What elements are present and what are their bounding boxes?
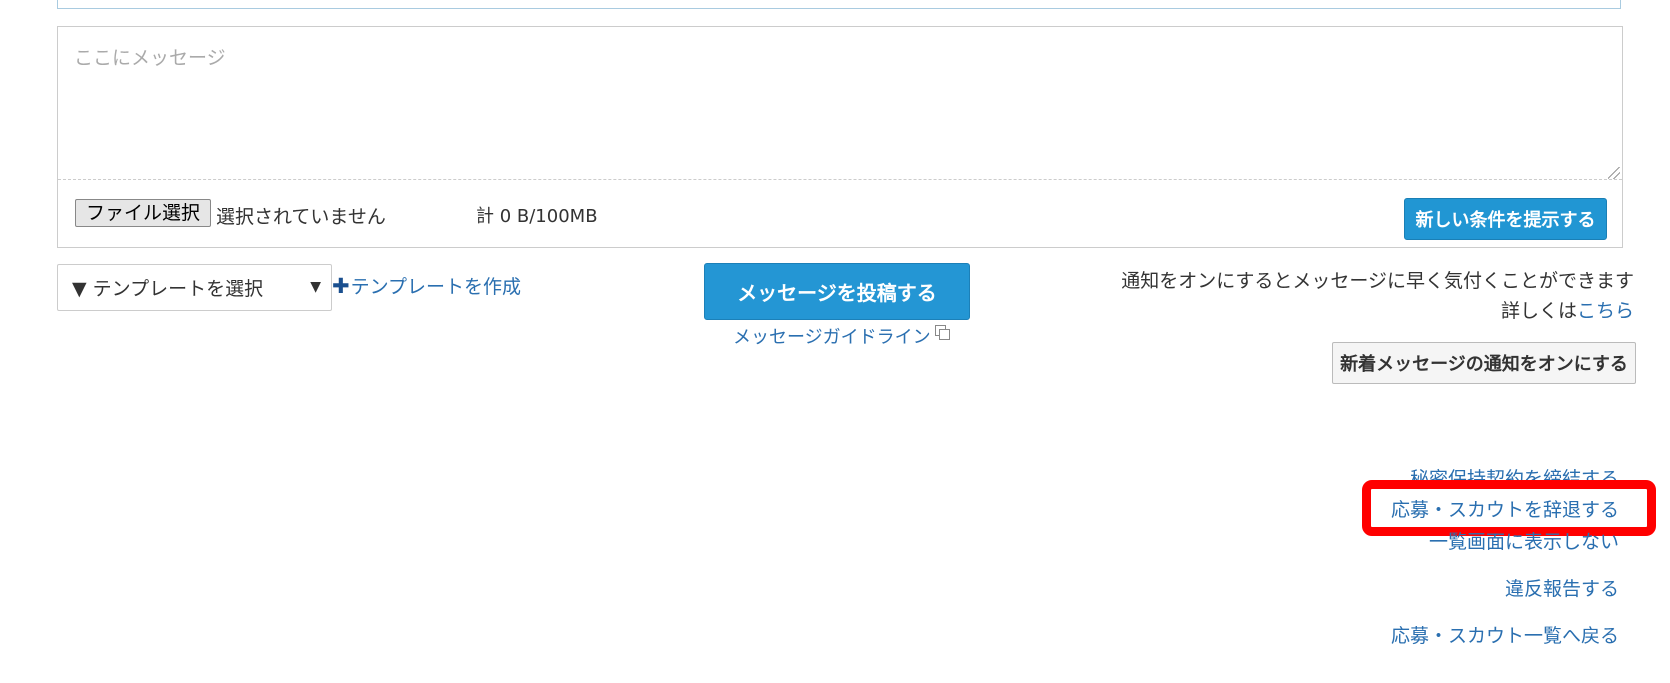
details-prefix: 詳しくは	[1500, 300, 1577, 322]
file-select-button[interactable]: ファイル選択	[75, 199, 212, 227]
report-violation-link[interactable]: 違反報告する	[1505, 574, 1619, 601]
file-status-text: 選択されていません	[216, 206, 386, 228]
chevron-down-icon: ▼	[310, 279, 321, 295]
notification-info-line: 通知をオンにするとメッセージに早く気付くことができます	[1121, 270, 1634, 292]
message-textarea[interactable]	[58, 27, 1622, 180]
notification-info: 通知をオンにするとメッセージに早く気付くことができます 詳しくはこちら	[1121, 266, 1634, 326]
guideline-label: メッセージガイドライン	[733, 327, 931, 348]
plus-icon: ✚	[332, 273, 350, 298]
notification-details-line: 詳しくはこちら	[1121, 296, 1634, 326]
propose-new-terms-button[interactable]: 新しい条件を提示する	[1404, 198, 1607, 240]
hide-from-list-link[interactable]: 一覧画面に表示しない	[1429, 527, 1619, 554]
message-compose-box: ファイル選択 選択されていません 計 0 B/100MB 新しい条件を提示する	[57, 26, 1623, 248]
previous-field-strip	[57, 0, 1621, 9]
post-message-button[interactable]: メッセージを投稿する	[704, 263, 970, 320]
message-guideline-link[interactable]: メッセージガイドライン	[733, 323, 950, 349]
details-here-link[interactable]: こちら	[1577, 300, 1634, 322]
back-to-list-link[interactable]: 応募・スカウト一覧へ戻る	[1391, 621, 1619, 648]
create-template-link[interactable]: ✚ テンプレートを作成	[332, 272, 521, 299]
create-template-label: テンプレートを作成	[350, 276, 522, 298]
attachment-size-total: 計 0 B/100MB	[476, 206, 598, 227]
external-window-icon	[934, 325, 950, 340]
decline-application-link[interactable]: 応募・スカウトを辞退する	[1391, 495, 1619, 522]
resize-handle-icon[interactable]	[1608, 167, 1620, 179]
template-select-label: ▼ テンプレートを選択	[72, 278, 264, 300]
enable-notification-button[interactable]: 新着メッセージの通知をオンにする	[1332, 342, 1636, 384]
template-select[interactable]: ▼ テンプレートを選択 ▼	[57, 264, 332, 311]
